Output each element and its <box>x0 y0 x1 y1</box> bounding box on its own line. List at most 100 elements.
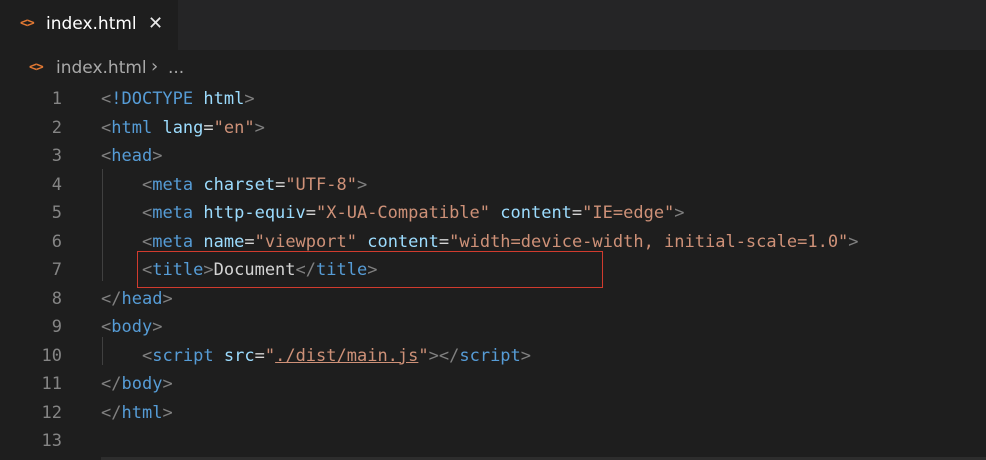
breadcrumb: <> index.html › ... <box>0 56 986 82</box>
code-token: content <box>367 231 439 252</box>
code-token: lang <box>162 117 204 138</box>
code-token: < <box>101 146 112 166</box>
code-text: <script src="./dist/main.js"></script> <box>101 342 531 370</box>
code-token: < <box>101 117 112 138</box>
code-token: script <box>459 345 521 366</box>
code-token: html <box>111 117 153 138</box>
code-token: name <box>203 231 245 252</box>
code-line[interactable]: 11 </body> <box>0 370 986 398</box>
tab-bar: <> index.html ✕ <box>0 0 986 50</box>
tab-label: index.html <box>46 14 137 34</box>
line-number: 8 <box>51 288 62 309</box>
code-token: meta <box>152 231 194 252</box>
line-number: 9 <box>51 317 62 337</box>
code-text: </head> <box>101 285 173 313</box>
code-token: html <box>121 402 163 423</box>
line-number: 11 <box>41 374 62 394</box>
code-token: = <box>305 203 317 223</box>
code-token: meta <box>152 203 194 223</box>
code-token: " <box>264 345 276 366</box>
line-number: 6 <box>51 231 62 252</box>
code-line[interactable]: 4 <meta charset="UTF-8"> <box>0 171 986 199</box>
tab-index-html[interactable]: <> index.html ✕ <box>0 0 178 50</box>
code-text: <body> <box>101 313 162 341</box>
code-text: <head> <box>101 142 162 170</box>
code-token: > <box>520 345 532 366</box>
code-token: "X-UA-Compatible" <box>316 203 491 223</box>
code-text: <html lang="en"> <box>101 114 265 142</box>
code-token: = <box>275 174 286 195</box>
code-token: < <box>141 345 153 366</box>
code-token: > <box>848 231 859 252</box>
code-token: > <box>356 174 368 195</box>
code-token: > <box>162 402 173 423</box>
code-token: > <box>152 146 163 166</box>
code-token: > <box>162 288 173 309</box>
code-token: > <box>244 89 255 109</box>
code-token: body <box>121 374 163 394</box>
code-token: body <box>111 317 153 337</box>
chevron-right-icon: › <box>151 56 159 77</box>
code-token: = <box>438 231 450 252</box>
script-tag-highlight <box>137 251 603 288</box>
close-icon[interactable]: ✕ <box>148 13 163 34</box>
code-text: <meta charset="UTF-8"> <box>101 171 367 199</box>
code-token: > <box>674 203 685 223</box>
code-token: http-equiv <box>203 203 306 223</box>
code-token: html <box>203 89 245 109</box>
code-token: head <box>121 288 163 309</box>
code-token: ></ <box>428 345 460 366</box>
code-token: </ <box>101 402 122 423</box>
code-token: "IE=edge" <box>582 203 675 223</box>
code-token: </ <box>101 374 122 394</box>
code-token: < <box>101 317 112 337</box>
code-line[interactable]: 8 </head> <box>0 285 986 313</box>
code-text: <!DOCTYPE html> <box>101 85 255 113</box>
code-token: ./dist/main.js <box>275 345 419 366</box>
line-number: 12 <box>41 402 62 423</box>
code-token: charset <box>203 174 276 195</box>
code-token: < <box>101 89 112 109</box>
code-token: "viewport" <box>254 231 357 252</box>
code-token: " <box>418 345 429 366</box>
code-token: > <box>254 117 265 138</box>
line-number: 1 <box>51 89 62 109</box>
code-token: src <box>223 345 255 366</box>
code-token: < <box>141 203 153 223</box>
code-token: = <box>254 345 265 366</box>
line-number: 13 <box>41 431 62 451</box>
code-line[interactable]: 10 <script src="./dist/main.js"></script… <box>0 342 986 370</box>
code-token: < <box>141 231 153 252</box>
code-line[interactable]: 5 <meta http-equiv="X-UA-Compatible" con… <box>0 199 986 227</box>
code-token: meta <box>152 174 194 195</box>
line-number: 2 <box>51 117 62 138</box>
code-line[interactable]: 9 <body> <box>0 313 986 341</box>
html-file-icon: <> <box>20 16 35 31</box>
breadcrumb-more[interactable]: ... <box>168 58 184 78</box>
code-line[interactable]: 2 <html lang="en"> <box>0 114 986 142</box>
code-token: "width=device-width, initial-scale=1.0" <box>449 231 849 252</box>
code-token: content <box>500 203 572 223</box>
code-text: </html> <box>101 399 173 427</box>
code-line[interactable]: 1 <!DOCTYPE html> <box>0 85 986 113</box>
code-token: !DOCTYPE <box>111 89 194 109</box>
code-line[interactable]: 3 <head> <box>0 142 986 170</box>
line-number: 7 <box>51 260 62 280</box>
code-line[interactable]: 13 <box>0 427 986 455</box>
breadcrumb-file[interactable]: index.html <box>56 58 147 78</box>
code-line[interactable]: 12 </html> <box>0 399 986 427</box>
code-token: > <box>152 317 163 337</box>
line-number: 5 <box>51 203 62 223</box>
